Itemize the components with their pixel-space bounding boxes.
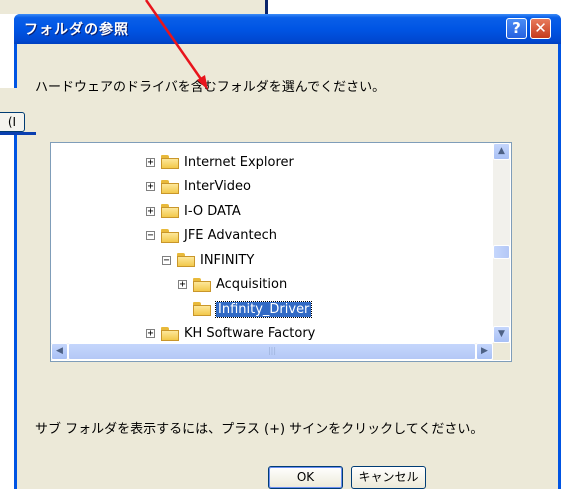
- annotation-arrow-icon: [144, 0, 208, 90]
